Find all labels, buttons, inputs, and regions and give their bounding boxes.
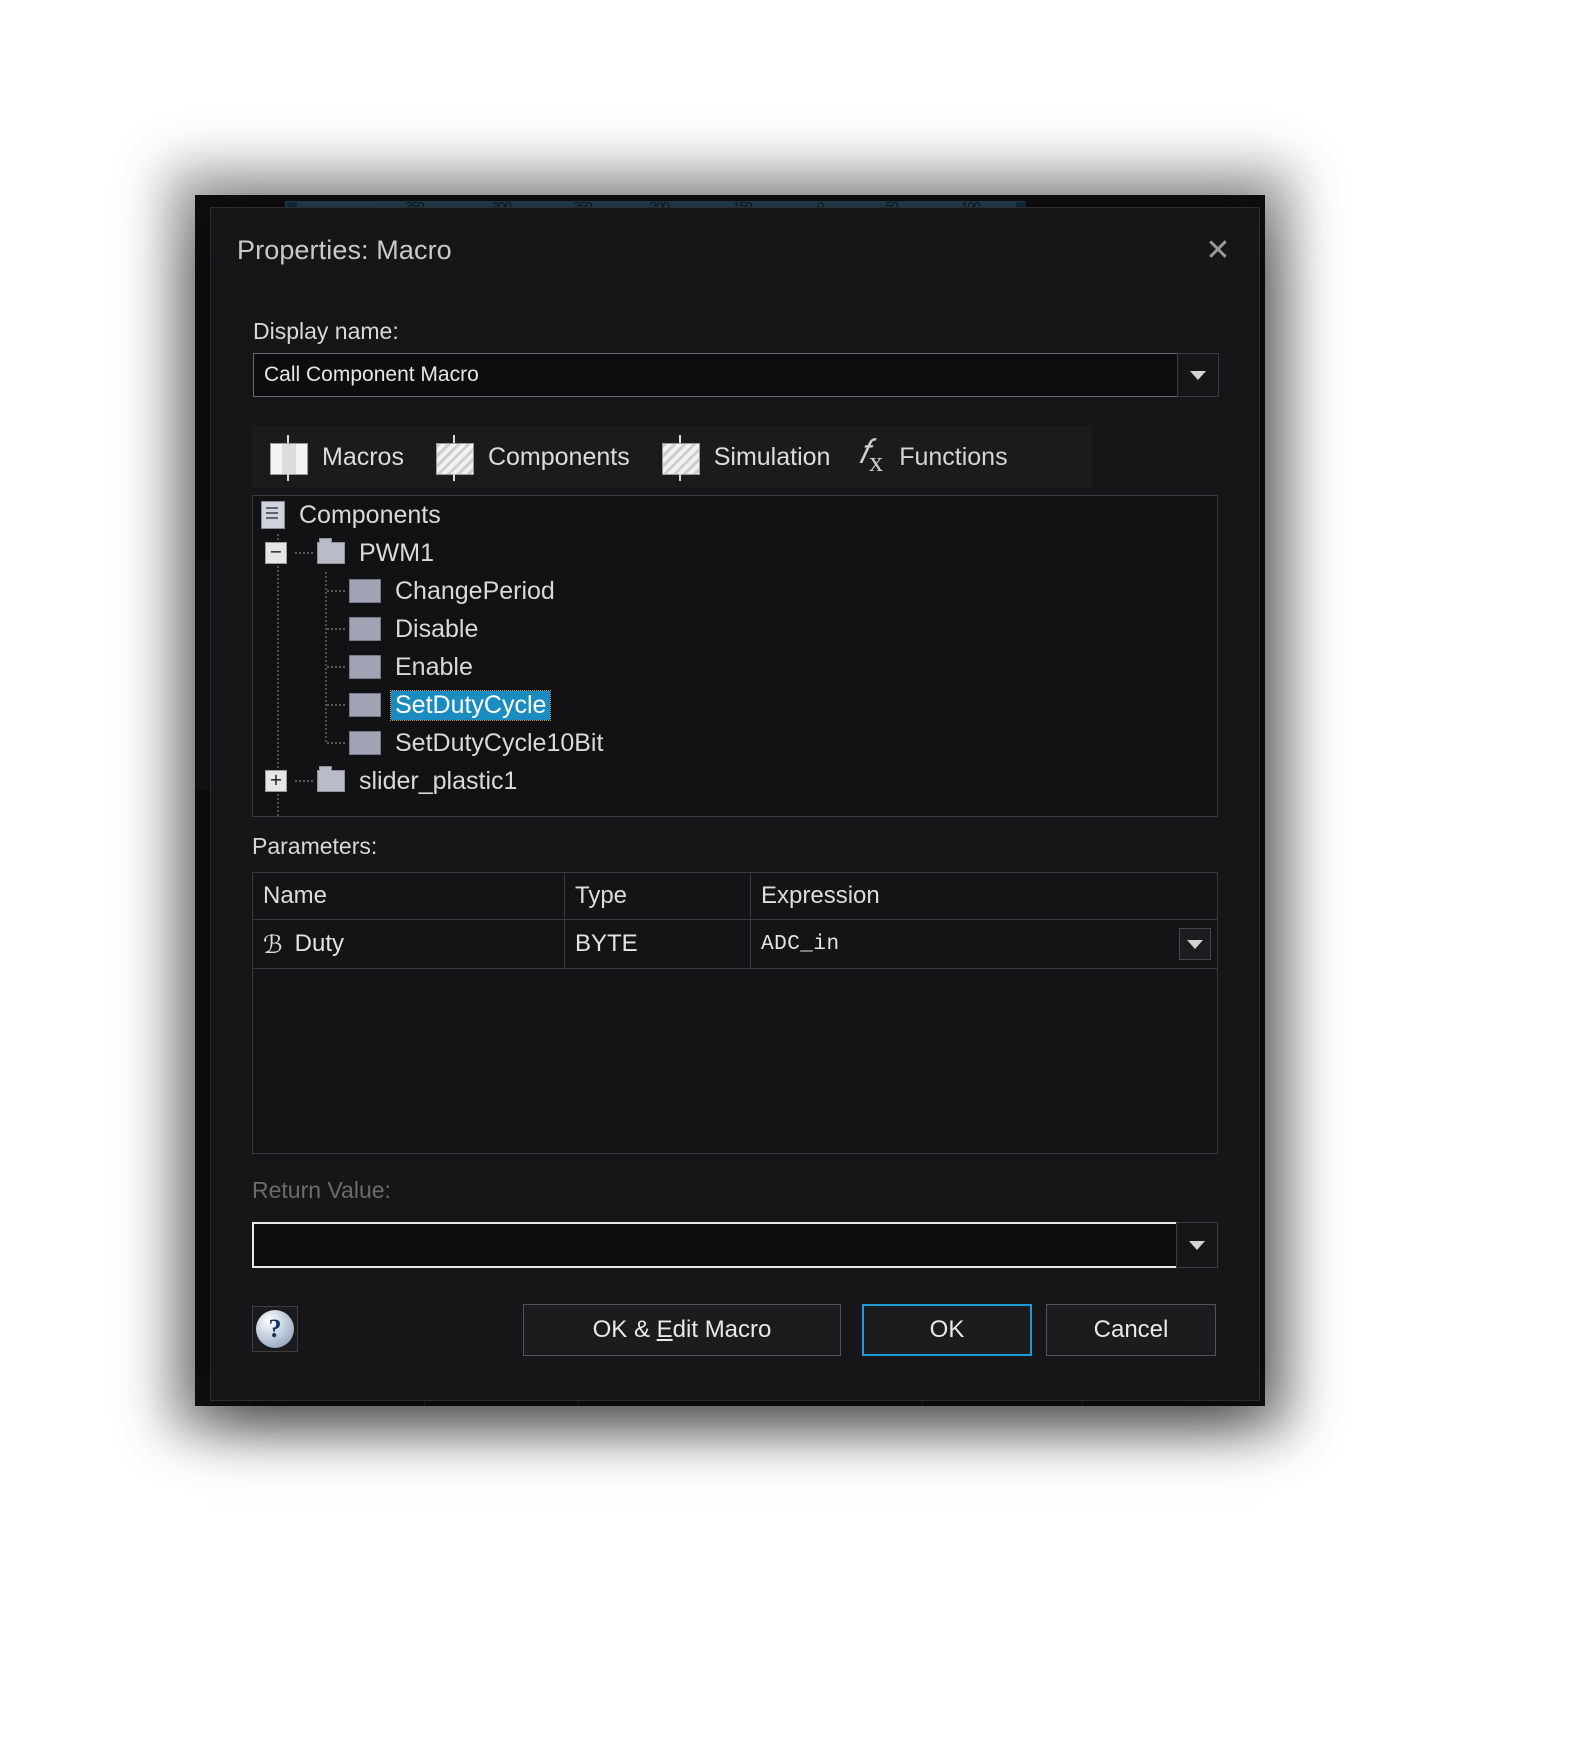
table-row[interactable]: ℬ Duty BYTE ADC_in: [253, 920, 1217, 969]
column-header-expression: Expression: [761, 882, 880, 909]
screenshot-root: 350 300 250 200 150 0 50 100 USB Trigger…: [0, 0, 1579, 1738]
dialog-titlebar: Properties: Macro ✕: [211, 208, 1259, 294]
tree-item-changeperiod[interactable]: ChangePeriod: [253, 572, 1217, 610]
close-icon[interactable]: ✕: [1195, 230, 1241, 272]
tree-root-components[interactable]: Components: [253, 496, 1217, 534]
folder-icon: [317, 766, 345, 792]
tree-item-setdutycycle[interactable]: SetDutyCycle: [253, 686, 1217, 724]
return-value-dropdown-arrow[interactable]: [1176, 1222, 1218, 1268]
component-tree[interactable]: Components − PWM1 ChangePeriod Disable E…: [252, 495, 1218, 817]
chevron-down-icon: [1187, 939, 1203, 949]
tree-connector: [327, 704, 345, 706]
chevron-down-icon: [1190, 370, 1206, 380]
tree-connector: [327, 742, 345, 744]
tab-label: Functions: [899, 442, 1008, 471]
macro-chip-icon: [349, 731, 381, 755]
return-value-input[interactable]: [252, 1222, 1176, 1268]
help-button[interactable]: ?: [252, 1306, 298, 1352]
tab-label: Macros: [322, 442, 404, 471]
tab-label: Simulation: [713, 442, 831, 471]
cell-parameter-name[interactable]: ℬ Duty: [253, 920, 565, 968]
return-value-label: Return Value:: [252, 1177, 391, 1203]
byte-type-icon: ℬ: [263, 929, 283, 959]
column-header-type: Type: [565, 873, 751, 919]
tree-item-label: slider_plastic1: [359, 766, 518, 795]
tree-connector: [327, 590, 345, 592]
macro-chip-icon: [349, 693, 381, 717]
tree-item-label: SetDutyCycle10Bit: [395, 728, 604, 757]
tree-connector: [295, 780, 313, 782]
chip-simulation-icon: [658, 435, 702, 481]
tree-connector: [327, 628, 345, 630]
table-header-row: Name Type Expression: [253, 873, 1217, 920]
cell-parameter-type[interactable]: BYTE: [565, 920, 751, 968]
fx-icon: 𝑓x: [858, 434, 884, 479]
macro-chip-icon: [349, 579, 381, 603]
macro-chip-icon: [349, 617, 381, 641]
tree-connector: [327, 666, 345, 668]
tree-item-label: Components: [299, 500, 441, 529]
tab-label: Components: [487, 442, 630, 471]
tree-item-label: ChangePeriod: [395, 576, 555, 605]
components-doc-icon: [261, 501, 285, 529]
parameters-label: Parameters:: [252, 833, 378, 859]
parameters-table[interactable]: Name Type Expression ℬ Duty BYTE ADC_in: [252, 872, 1218, 1154]
parameter-name-text: Duty: [294, 930, 345, 957]
tree-item-setdutycycle10bit[interactable]: SetDutyCycle10Bit: [253, 724, 1217, 762]
cancel-button-label: Cancel: [1093, 1316, 1169, 1343]
question-mark-icon: ?: [256, 1310, 294, 1348]
tree-item-pwm1[interactable]: − PWM1: [253, 534, 1217, 572]
dialog-title: Properties: Macro: [237, 235, 452, 265]
display-name-input[interactable]: Call Component Macro: [253, 353, 1177, 397]
collapse-minus-icon[interactable]: −: [265, 542, 287, 564]
source-tabs: Macros Components Simulation 𝑓x Function…: [252, 426, 1092, 488]
tree-item-label: Enable: [395, 652, 473, 681]
chip-components-icon: [432, 435, 476, 481]
tab-functions[interactable]: 𝑓x Functions: [844, 426, 1021, 488]
tree-item-disable[interactable]: Disable: [253, 610, 1217, 648]
display-name-label: Display name:: [253, 318, 399, 344]
tab-simulation[interactable]: Simulation: [644, 426, 845, 488]
chevron-down-icon: [1189, 1240, 1205, 1250]
tree-item-enable[interactable]: Enable: [253, 648, 1217, 686]
expression-text: ADC_in: [761, 932, 840, 956]
folder-icon: [317, 538, 345, 564]
chip-macros-icon: [266, 435, 310, 481]
tree-connector: [295, 552, 313, 554]
expression-dropdown-arrow[interactable]: [1179, 928, 1211, 960]
cell-parameter-expression[interactable]: ADC_in: [751, 920, 1217, 968]
ok-edit-macro-button[interactable]: OK & Edit Macro: [523, 1304, 841, 1356]
return-value-combo[interactable]: [252, 1222, 1218, 1268]
macro-chip-icon: [349, 655, 381, 679]
ok-button[interactable]: OK: [862, 1304, 1032, 1356]
expand-plus-icon[interactable]: +: [265, 770, 287, 792]
display-name-dropdown-arrow[interactable]: [1177, 353, 1219, 397]
background-left-panel: [196, 560, 210, 790]
cancel-button[interactable]: Cancel: [1046, 1304, 1216, 1356]
tree-item-label: SetDutyCycle: [389, 689, 552, 721]
tree-item-slider-plastic1[interactable]: + slider_plastic1: [253, 762, 1217, 800]
column-header-name: Name: [253, 873, 565, 919]
ok-button-label: OK: [929, 1316, 965, 1343]
tab-components[interactable]: Components: [418, 426, 644, 488]
display-name-combo[interactable]: Call Component Macro: [253, 353, 1219, 397]
ok-edit-macro-label: OK & Edit Macro: [592, 1316, 772, 1343]
tree-item-label: Disable: [395, 614, 479, 643]
tree-item-label: PWM1: [359, 538, 434, 567]
tab-macros[interactable]: Macros: [252, 426, 418, 488]
